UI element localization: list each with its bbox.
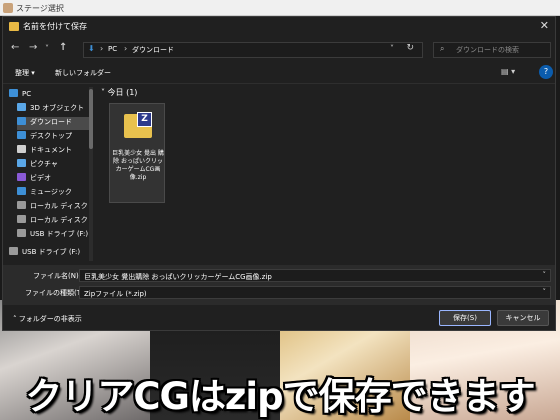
sidebar-item-usb-drive[interactable]: USB ドライブ (F:) — [17, 229, 89, 242]
save-as-dialog: 名前を付けて保存 ✕ ← → ˅ ↑ ⬇ › PC › ダウンロード ˅ ↻ ⌕… — [2, 16, 556, 331]
file-list: ˅ 今日 (1) Z 巨乳美少女 覺出 購除 おっぱいクリッカーゲームCG画像.… — [97, 85, 553, 263]
sidebar-item-usb-drive-root[interactable]: USB ドライブ (F:) — [9, 247, 89, 260]
sidebar-item-downloads[interactable]: ダウンロード — [17, 117, 89, 130]
download-arrow-icon: ⬇ — [88, 44, 95, 53]
file-item[interactable]: Z 巨乳美少女 覺出 購除 おっぱいクリッカーゲームCG画像.zip — [109, 103, 165, 203]
back-button[interactable]: ← — [11, 42, 19, 53]
drive-icon — [17, 201, 26, 209]
search-placeholder: ダウンロードの検索 — [456, 46, 519, 54]
filename-label: ファイル名(N): — [33, 272, 82, 280]
view-options-icon[interactable]: ▤ ▾ — [501, 67, 515, 76]
file-name: 巨乳美少女 覺出 購除 おっぱいクリッカーゲームCG画像.zip — [112, 150, 164, 181]
chevron-right-icon: › — [100, 44, 104, 53]
sidebar-scrollbar-thumb[interactable] — [89, 89, 93, 149]
3d-objects-icon — [17, 103, 26, 111]
drive-icon — [17, 215, 26, 223]
forward-button[interactable]: → — [29, 42, 37, 53]
organize-button[interactable]: 整理 ▾ — [15, 68, 35, 78]
sidebar-item-documents[interactable]: ドキュメント — [17, 145, 89, 158]
close-icon[interactable]: ✕ — [540, 19, 549, 32]
sidebar-item-desktop[interactable]: デスクトップ — [17, 131, 89, 144]
new-folder-button[interactable]: 新しいフォルダー — [55, 68, 111, 78]
navigation-bar: ← → ˅ ↑ ⬇ › PC › ダウンロード ˅ ↻ ⌕ ダウンロードの検索 — [3, 39, 555, 61]
hide-folders-toggle[interactable]: ˄ フォルダーの非表示 — [13, 314, 82, 324]
usb-icon — [9, 247, 18, 255]
sidebar-item-local-disk-d[interactable]: ローカル ディスク (D — [17, 215, 89, 228]
chevron-down-icon[interactable]: ˅ — [543, 288, 547, 296]
help-button[interactable]: ? — [539, 65, 553, 79]
pc-icon — [9, 89, 18, 97]
zip-badge-icon: Z — [137, 112, 152, 127]
save-fields: ファイル名(N): 巨乳美少女 覺出購除 おっぱいクリッカーゲームCG画像.zi… — [3, 265, 555, 305]
command-toolbar: 整理 ▾ 新しいフォルダー ▤ ▾ ? — [3, 64, 555, 84]
recent-locations-button[interactable]: ˅ — [45, 44, 49, 53]
sidebar-item-3d-objects[interactable]: 3D オブジェクト — [17, 103, 89, 116]
group-header[interactable]: ˅ 今日 (1) — [101, 87, 137, 98]
dialog-footer: ˄ フォルダーの非表示 保存(S) キャンセル — [3, 307, 555, 331]
background-window-title: ステージ選択 — [16, 4, 64, 13]
sidebar-item-local-disk-c[interactable]: ローカル ディスク (C — [17, 201, 89, 214]
pictures-icon — [17, 159, 26, 167]
address-bar[interactable]: ⬇ › PC › ダウンロード ˅ ↻ — [83, 42, 423, 58]
documents-icon — [17, 145, 26, 153]
desktop-icon — [17, 131, 26, 139]
sidebar-item-pictures[interactable]: ピクチャ — [17, 159, 89, 172]
music-icon — [17, 187, 26, 195]
download-icon — [17, 117, 26, 125]
search-input[interactable]: ⌕ ダウンロードの検索 — [433, 42, 551, 58]
sidebar-item-videos[interactable]: ビデオ — [17, 173, 89, 186]
filename-input[interactable]: 巨乳美少女 覺出購除 おっぱいクリッカーゲームCG画像.zip ˅ — [79, 269, 551, 282]
save-button[interactable]: 保存(S) — [439, 310, 491, 326]
dialog-title: 名前を付けて保存 — [23, 22, 87, 31]
background-titlebar: ステージ選択 — [0, 0, 560, 16]
chevron-right-icon: › — [124, 44, 128, 53]
cancel-button[interactable]: キャンセル — [497, 310, 549, 326]
chevron-down-icon[interactable]: ˅ — [543, 271, 547, 279]
app-icon — [3, 3, 13, 13]
chevron-down-icon[interactable]: ˅ — [390, 44, 394, 53]
sidebar-item-music[interactable]: ミュージック — [17, 187, 89, 200]
filetype-select[interactable]: Zipファイル (*.zip) ˅ — [79, 286, 551, 299]
usb-icon — [17, 229, 26, 237]
folder-icon — [9, 22, 19, 31]
sidebar-item-pc[interactable]: PC — [9, 89, 89, 102]
search-icon: ⌕ — [440, 44, 445, 53]
breadcrumb-pc[interactable]: PC — [108, 45, 117, 53]
up-button[interactable]: ↑ — [59, 42, 67, 53]
promo-caption: クリアCGはzipで保存できます — [25, 375, 535, 418]
dialog-titlebar[interactable]: 名前を付けて保存 ✕ — [3, 17, 555, 37]
navigation-pane: PC 3D オブジェクト ダウンロード デスクトップ ドキュメント ピクチャ ビ… — [3, 85, 93, 263]
breadcrumb-downloads[interactable]: ダウンロード — [132, 45, 174, 55]
filetype-label: ファイルの種類(T): — [25, 289, 87, 297]
videos-icon — [17, 173, 26, 181]
refresh-icon[interactable]: ↻ — [406, 43, 414, 53]
